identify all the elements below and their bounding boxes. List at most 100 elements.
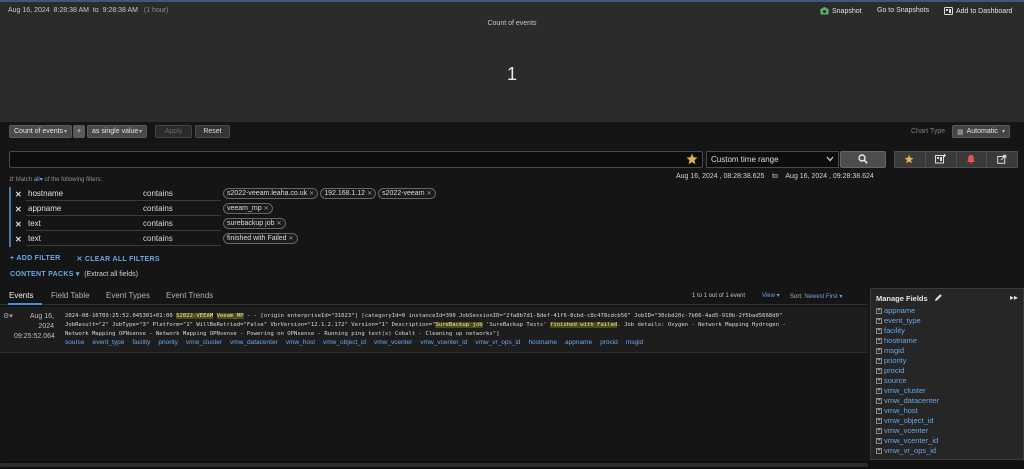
alert-button[interactable] [957, 152, 988, 167]
event-field-link[interactable]: vmw_vr_ops_id [475, 339, 520, 346]
remove-filter-icon[interactable]: ✕ [15, 235, 22, 244]
event-field-link[interactable]: appname [565, 339, 592, 346]
collapse-icon[interactable]: ⇵ [9, 177, 14, 183]
field-item[interactable]: + vmw_vcenter_id [876, 436, 939, 446]
event-field-link[interactable]: vmw_vcenter_id [420, 339, 467, 346]
metric-select[interactable]: Count of events ▾ [9, 125, 72, 138]
field-item[interactable]: + hostname [876, 336, 939, 346]
event-field-link[interactable]: vmw_vcenter [374, 339, 412, 346]
field-item[interactable]: + procid [876, 366, 939, 376]
remove-filter-icon[interactable]: ✕ [15, 220, 22, 229]
filter-value-chip[interactable]: s2022-veeam ✕ [378, 188, 436, 199]
event-field-link[interactable]: facility [132, 339, 150, 346]
tab-event-types[interactable]: Event Types [106, 291, 150, 300]
display-mode-select[interactable]: as single value ▾ [87, 125, 147, 138]
gear-icon[interactable]: ⚙▾ [3, 312, 13, 320]
event-field-link[interactable]: vmw_object_id [323, 339, 366, 346]
close-icon[interactable]: ✕ [309, 191, 314, 197]
field-item[interactable]: + msgid [876, 346, 939, 356]
snapshot-button[interactable]: Snapshot [820, 7, 862, 15]
field-item[interactable]: + vmw_vr_ops_id [876, 446, 939, 456]
field-item[interactable]: + vmw_datacenter [876, 396, 939, 406]
filter-value-chip[interactable]: surebackup job ✕ [223, 218, 286, 229]
close-icon[interactable]: ✕ [427, 191, 432, 197]
remove-filter-icon[interactable]: ✕ [15, 205, 22, 214]
export-button[interactable] [987, 152, 1017, 167]
plus-icon[interactable]: + [876, 448, 882, 454]
favorite-button[interactable] [895, 152, 926, 167]
filter-value-chip[interactable]: finished with Failed ✕ [223, 233, 298, 244]
collapse-panel-icon[interactable]: ▸▸ [1010, 293, 1018, 302]
event-field-link[interactable]: source [65, 339, 85, 346]
filter-field[interactable]: text [26, 218, 141, 231]
plus-icon[interactable]: + [876, 388, 882, 394]
sort-menu[interactable]: Sort: Newest First ▾ [790, 293, 842, 300]
filter-field[interactable]: hostname [26, 188, 141, 201]
chart-type-select[interactable]: ▦ Automatic ▾ [952, 125, 1010, 138]
view-menu[interactable]: View ▾ [762, 292, 780, 299]
add-filter-button[interactable]: + ADD FILTER [10, 255, 60, 263]
event-field-link[interactable]: procid [600, 339, 618, 346]
tab-field-table[interactable]: Field Table [51, 291, 90, 300]
filter-operator[interactable]: contains [141, 233, 221, 246]
event-field-link[interactable]: priority [158, 339, 178, 346]
event-field-link[interactable]: vmw_host [286, 339, 315, 346]
tab-event-trends[interactable]: Event Trends [166, 291, 213, 300]
filter-value-chip[interactable]: veeam_mp ✕ [223, 203, 273, 214]
plus-icon[interactable]: + [876, 368, 882, 374]
scrollbar-thumb[interactable] [0, 463, 868, 467]
tab-events[interactable]: Events [9, 291, 33, 300]
field-item[interactable]: + priority [876, 356, 939, 366]
plus-icon[interactable]: + [876, 408, 882, 414]
filter-field[interactable]: text [26, 233, 141, 246]
field-item[interactable]: + event_type [876, 316, 939, 326]
field-item[interactable]: + vmw_object_id [876, 416, 939, 426]
reset-button[interactable]: Reset [195, 125, 230, 138]
close-icon[interactable]: ✕ [289, 236, 294, 242]
chevron-down-icon[interactable]: ▾ [76, 271, 80, 278]
add-metric-button[interactable]: + [73, 125, 85, 138]
remove-filter-icon[interactable]: ✕ [15, 190, 22, 199]
add-to-dashboard-action[interactable] [926, 152, 957, 167]
close-icon[interactable]: ✕ [367, 191, 372, 197]
search-input[interactable] [9, 151, 703, 168]
filter-value-chip[interactable]: s2022-veeam.leaha.co.uk ✕ [223, 188, 319, 199]
plus-icon[interactable]: + [876, 338, 882, 344]
event-field-link[interactable]: event_type [93, 339, 125, 346]
event-field-link[interactable]: hostname [528, 339, 557, 346]
field-item[interactable]: + vmw_host [876, 406, 939, 416]
filter-value-chip[interactable]: 192.168.1.12 ✕ [320, 188, 377, 199]
time-range-select[interactable]: Custom time range [706, 151, 839, 168]
plus-icon[interactable]: + [876, 378, 882, 384]
filter-operator[interactable]: contains [141, 203, 221, 216]
filter-field[interactable]: appname [26, 203, 141, 216]
pencil-icon[interactable] [934, 293, 943, 304]
field-item[interactable]: + appname [876, 306, 939, 316]
plus-icon[interactable]: + [876, 318, 882, 324]
event-field-link[interactable]: vmw_datacenter [230, 339, 278, 346]
field-item[interactable]: + vmw_cluster [876, 386, 939, 396]
field-item[interactable]: + vmw_vcenter [876, 426, 939, 436]
clear-all-filters-button[interactable]: ✕ CLEAR ALL FILTERS [76, 255, 159, 263]
field-item[interactable]: + source [876, 376, 939, 386]
plus-icon[interactable]: + [876, 428, 882, 434]
add-to-dashboard-button[interactable]: Add to Dashboard [944, 7, 1012, 15]
filter-operator[interactable]: contains [141, 188, 221, 201]
plus-icon[interactable]: + [876, 398, 882, 404]
favorite-star-icon[interactable] [686, 153, 698, 167]
event-field-link[interactable]: vmw_cluster [186, 339, 222, 346]
content-packs-dropdown[interactable]: CONTENT PACKS [10, 271, 74, 278]
event-field-link[interactable]: msgid [626, 339, 643, 346]
apply-button[interactable]: Apply [155, 125, 192, 138]
search-button[interactable] [840, 151, 886, 168]
close-icon[interactable]: ✕ [276, 221, 281, 227]
close-icon[interactable]: ✕ [264, 206, 269, 212]
plus-icon[interactable]: + [876, 418, 882, 424]
field-item[interactable]: + facility [876, 326, 939, 336]
plus-icon[interactable]: + [876, 438, 882, 444]
plus-icon[interactable]: + [876, 328, 882, 334]
filter-operator[interactable]: contains [141, 218, 221, 231]
plus-icon[interactable]: + [876, 348, 882, 354]
plus-icon[interactable]: + [876, 358, 882, 364]
go-to-snapshots-link[interactable]: Go to Snapshots [877, 7, 929, 14]
